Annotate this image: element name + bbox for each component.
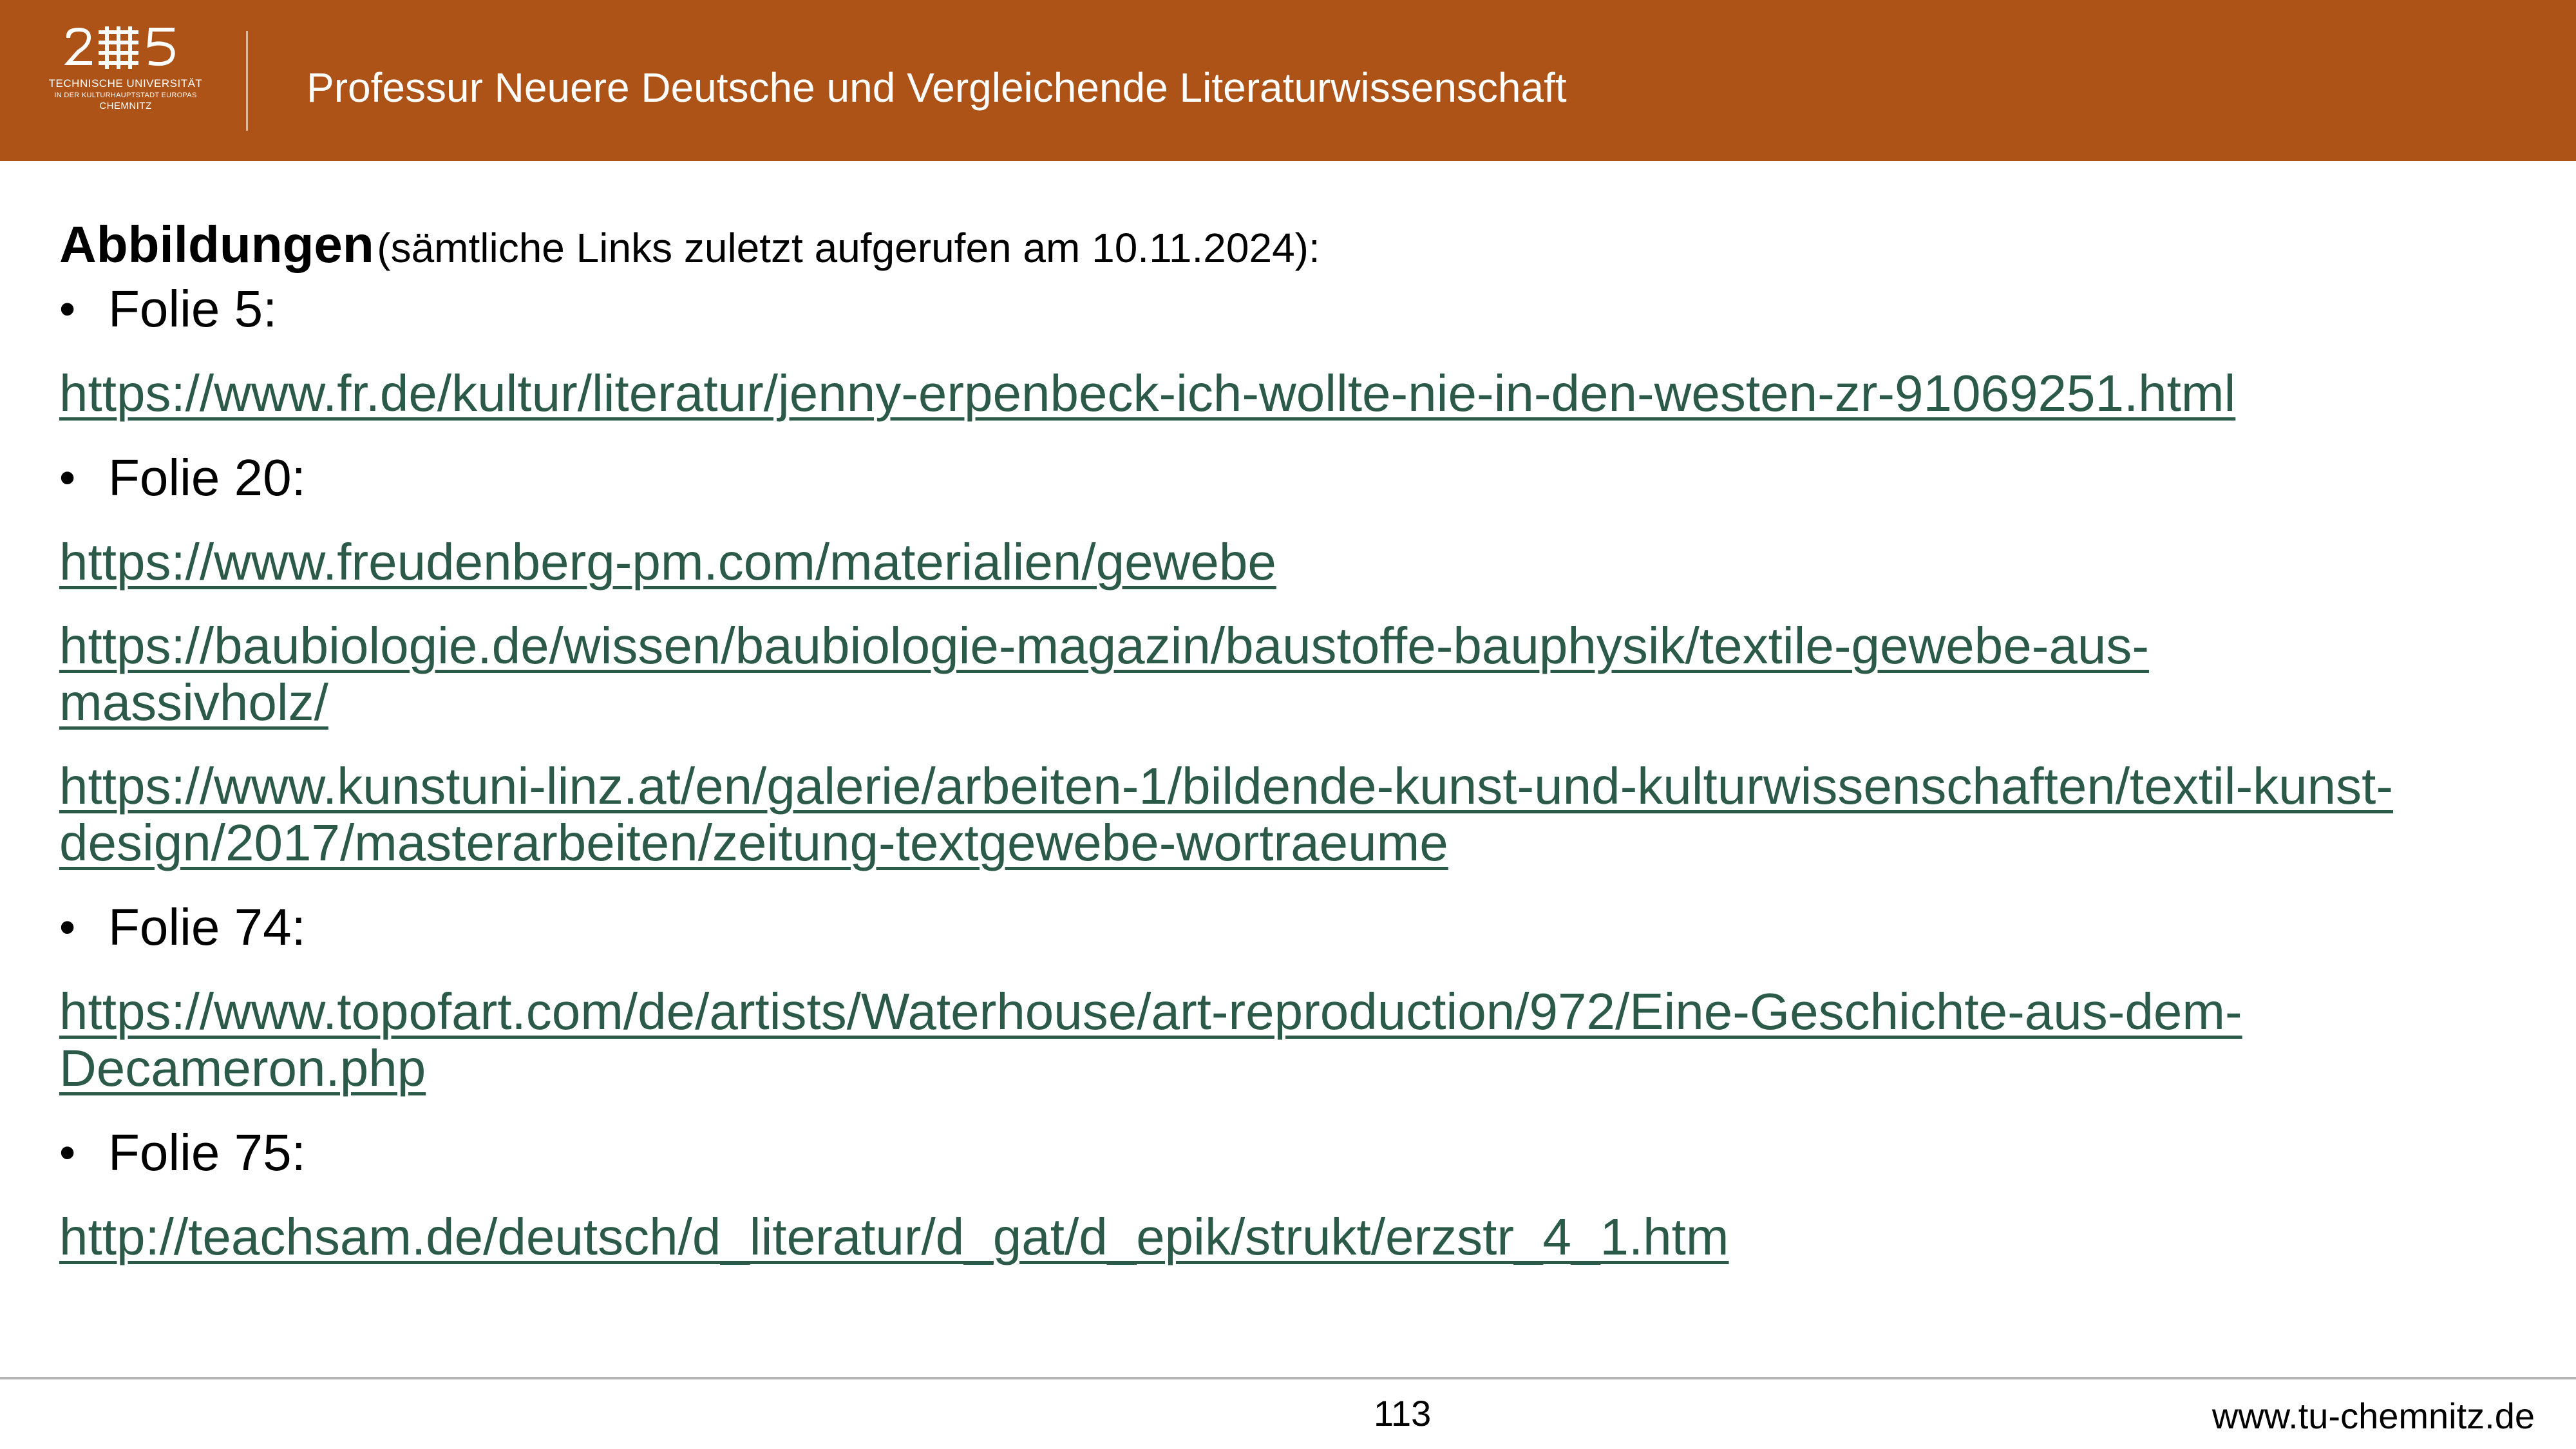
bullet-folie-75: • Folie 75: xyxy=(59,1124,2506,1182)
logo-text-line3: CHEMNITZ xyxy=(99,100,152,111)
link-text-line2: massivholz/ xyxy=(59,674,328,731)
page-number: 113 xyxy=(1374,1393,1432,1434)
heading-title: Abbildungen xyxy=(59,216,374,273)
link-text-line1: https://www.kunstuni-linz.at/en/galerie/… xyxy=(59,757,2394,815)
bullet-symbol: • xyxy=(59,902,76,953)
reference-link-freudenberg[interactable]: https://www.freudenberg-pm.com/materiali… xyxy=(59,534,2506,591)
bullet-label: Folie 20: xyxy=(108,449,306,506)
bullet-folie-20: • Folie 20: xyxy=(59,449,2506,507)
bullet-label: Folie 75: xyxy=(108,1124,306,1181)
header-divider xyxy=(246,31,248,131)
bullet-label: Folie 74: xyxy=(108,898,306,956)
link-text: https://www.fr.de/kultur/literatur/jenny… xyxy=(59,365,2236,422)
university-logo[interactable]: TECHNISCHE UNIVERSITÄT IN DER KULTURHAUP… xyxy=(39,26,213,135)
reference-link-baubiologie[interactable]: https://baubiologie.de/wissen/baubiologi… xyxy=(59,618,2506,731)
reference-link-teachsam[interactable]: http://teachsam.de/deutsch/d_literatur/d… xyxy=(59,1209,2506,1265)
logo-text-line1: TECHNISCHE UNIVERSITÄT xyxy=(48,77,203,90)
bullet-label: Folie 5: xyxy=(108,280,278,337)
heading-note: (sämtliche Links zuletzt aufgerufen am 1… xyxy=(377,225,1320,271)
header-title: Professur Neuere Deutsche und Vergleiche… xyxy=(307,64,1567,111)
reference-link-fr-de[interactable]: https://www.fr.de/kultur/literatur/jenny… xyxy=(59,365,2506,422)
header-bar: TECHNISCHE UNIVERSITÄT IN DER KULTURHAUP… xyxy=(0,0,2576,161)
link-text-line2: design/2017/masterarbeiten/zeitung-textg… xyxy=(59,814,1448,871)
logo-text-line2: IN DER KULTURHAUPTSTADT EUROPAS xyxy=(54,91,197,99)
bullet-folie-74: • Folie 74: xyxy=(59,898,2506,956)
bullet-symbol: • xyxy=(59,1127,76,1179)
link-text-line1: https://baubiologie.de/wissen/baubiologi… xyxy=(59,617,2149,674)
link-text: http://teachsam.de/deutsch/d_literatur/d… xyxy=(59,1208,1729,1265)
slide-content: Abbildungen (sämtliche Links zuletzt auf… xyxy=(59,213,2506,1293)
reference-link-kunstuni-linz[interactable]: https://www.kunstuni-linz.at/en/galerie/… xyxy=(59,758,2506,871)
link-text: https://www.freudenberg-pm.com/materiali… xyxy=(59,533,1276,591)
bullet-symbol: • xyxy=(59,283,76,335)
footer-divider xyxy=(0,1377,2576,1379)
slide: TECHNISCHE UNIVERSITÄT IN DER KULTURHAUP… xyxy=(0,0,2576,1449)
bullet-folie-5: • Folie 5: xyxy=(59,280,2506,338)
link-text-line1: https://www.topofart.com/de/artists/Wate… xyxy=(59,983,2242,1040)
section-heading: Abbildungen (sämtliche Links zuletzt auf… xyxy=(59,213,2506,280)
footer-website: www.tu-chemnitz.de xyxy=(2211,1396,2535,1436)
bullet-symbol: • xyxy=(59,452,76,504)
reference-link-topofart[interactable]: https://www.topofart.com/de/artists/Wate… xyxy=(59,983,2506,1097)
tu-chemnitz-logo-icon xyxy=(64,26,175,69)
link-text-line2: Decameron.php xyxy=(59,1039,426,1097)
